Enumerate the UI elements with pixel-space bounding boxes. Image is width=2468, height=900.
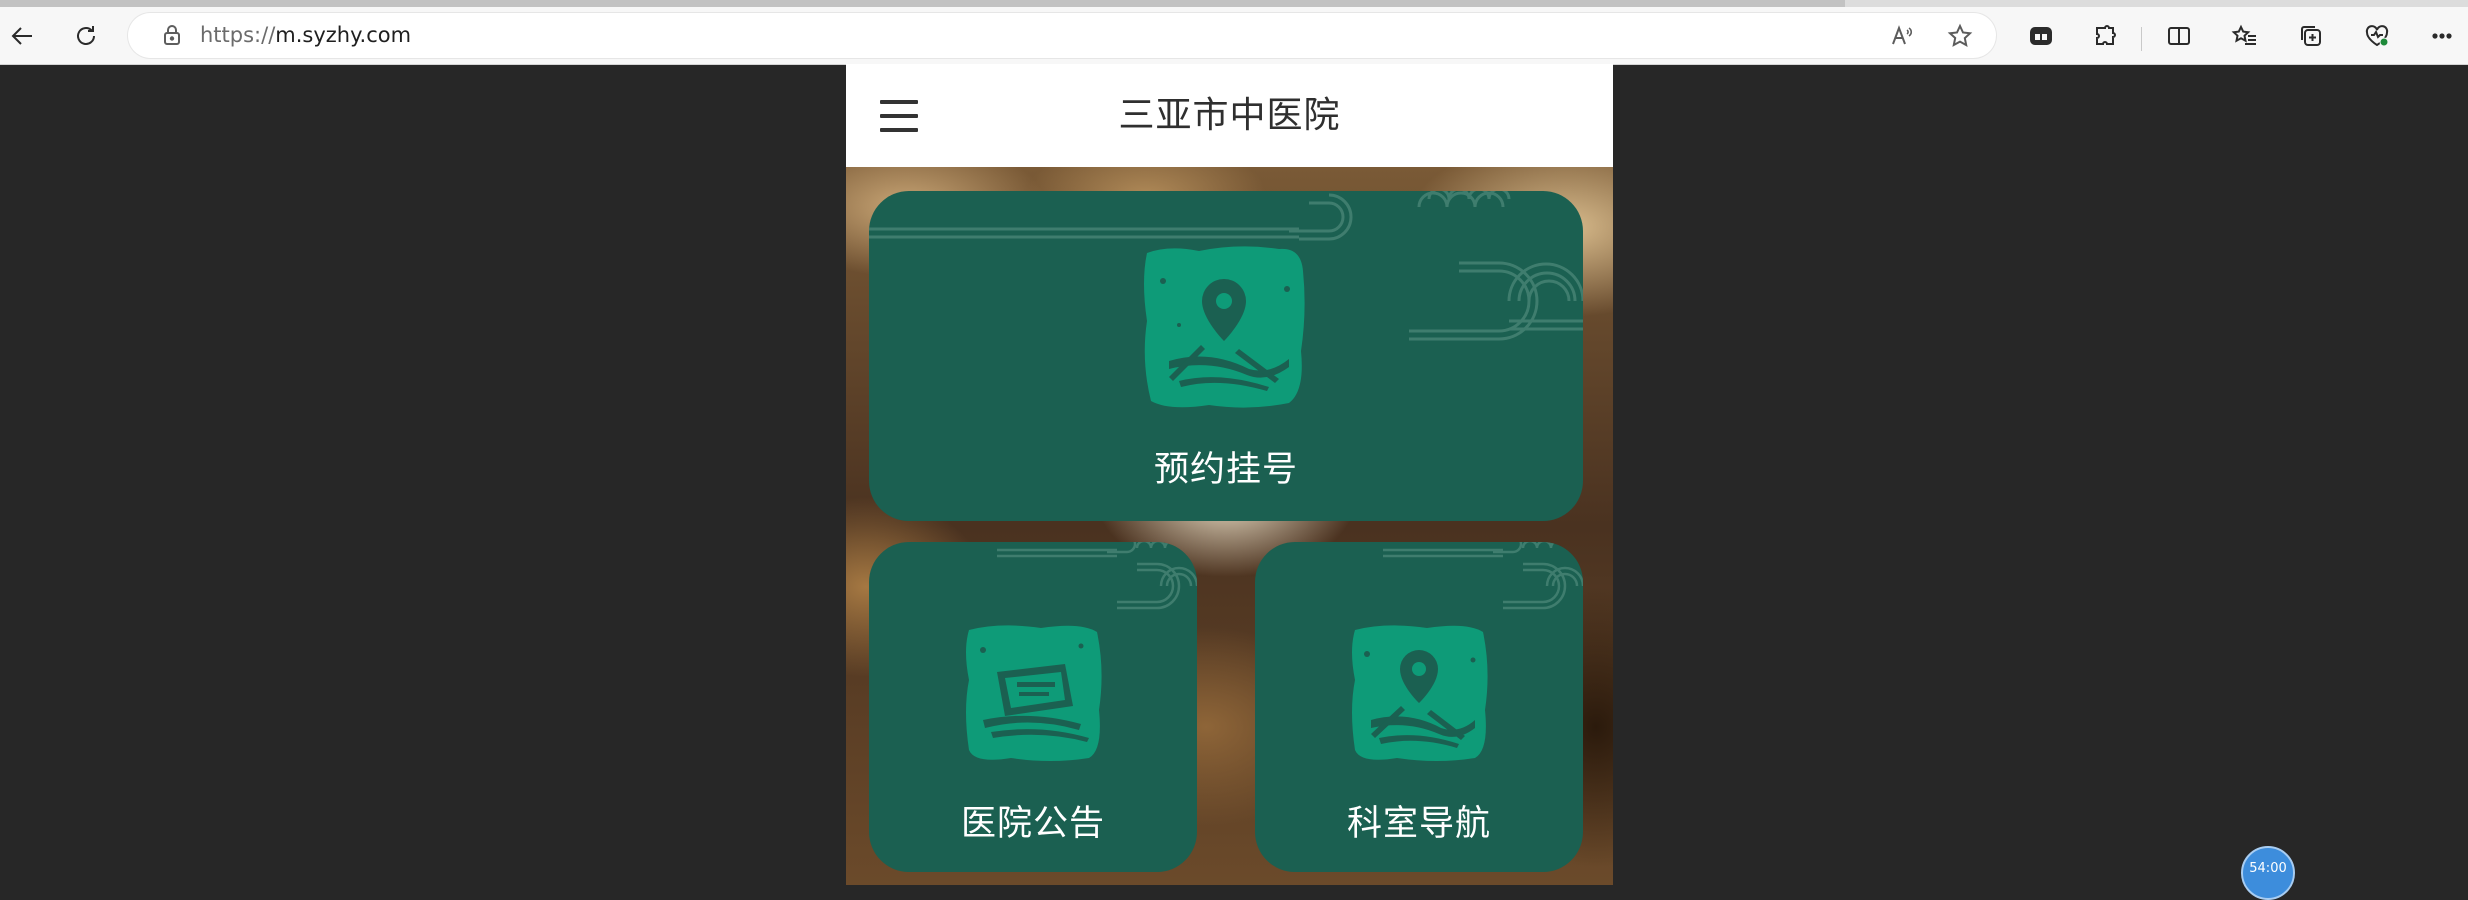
browser-toolbar: https://m.syzhy.com	[0, 7, 2468, 65]
page-title: 三亚市中医院	[1118, 95, 1341, 136]
announcement-icon	[966, 625, 1102, 761]
appointment-label: 预约挂号	[1153, 450, 1298, 490]
announcement-label: 医院公告	[960, 804, 1105, 844]
location-pin-icon	[1144, 246, 1305, 408]
url-host: m.syzhy.com	[275, 23, 412, 47]
location-pin-icon	[1352, 625, 1488, 761]
read-aloud-icon[interactable]	[1884, 18, 1920, 54]
url-protocol: https://	[200, 23, 276, 47]
department-navigation-card[interactable]: 科室导航	[1255, 542, 1583, 872]
mobile-page: 三亚市中医院 预约挂号 医院公告 科室导航	[846, 64, 1613, 885]
cloud-pattern	[997, 542, 1197, 610]
favorites-icon[interactable]	[2227, 18, 2263, 54]
tab-icon[interactable]	[2023, 18, 2059, 54]
announcement-card[interactable]: 医院公告	[869, 542, 1197, 872]
department-navigation-label: 科室导航	[1346, 804, 1491, 844]
url-text[interactable]: https://m.syzhy.com	[200, 13, 411, 58]
page-header: 三亚市中医院	[846, 64, 1613, 167]
appointment-card[interactable]: 预约挂号	[869, 191, 1583, 521]
menu-icon[interactable]	[880, 100, 918, 134]
cloud-pattern	[1383, 542, 1583, 610]
address-bar[interactable]: https://m.syzhy.com	[128, 13, 1996, 58]
back-icon[interactable]	[4, 18, 40, 54]
toolbar-separator	[2141, 27, 2142, 51]
collections-icon[interactable]	[2293, 18, 2329, 54]
more-icon[interactable]	[2424, 18, 2460, 54]
lock-icon[interactable]	[158, 21, 186, 49]
tab-strip	[0, 0, 2468, 7]
split-screen-icon[interactable]	[2161, 18, 2197, 54]
extensions-icon[interactable]	[2088, 18, 2124, 54]
timer-badge[interactable]: 54:00	[2241, 846, 2295, 900]
favorite-star-icon[interactable]	[1942, 18, 1978, 54]
tab-strip-thumb	[0, 0, 1845, 7]
refresh-icon[interactable]	[68, 18, 104, 54]
browser-essentials-icon[interactable]	[2359, 18, 2395, 54]
